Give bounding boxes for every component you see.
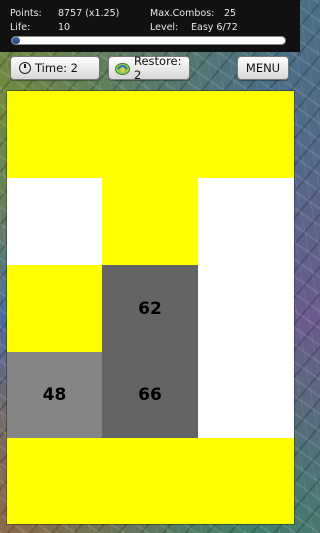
time-powerup-button[interactable]: Time: 2 (10, 56, 100, 80)
life-label: Life: (10, 22, 31, 33)
menu-button[interactable]: MENU (237, 56, 289, 80)
max-combos-value: 25 (224, 8, 237, 19)
level-label: Level: (150, 22, 179, 33)
clock-icon (19, 62, 31, 74)
points-value: 8757 (x1.25) (58, 8, 120, 19)
level-progress-bar (12, 37, 285, 44)
max-combos-label: Max.Combos: (150, 8, 215, 19)
life-value: 10 (58, 22, 71, 33)
tile-62[interactable]: 62 (102, 265, 198, 352)
stats-panel: Points: 8757 (x1.25) Life: 10 Max.Combos… (0, 0, 300, 52)
level-progress-fill (12, 37, 21, 44)
points-label: Points: (10, 8, 42, 19)
restore-powerup-button[interactable]: Restore: 2 (108, 54, 190, 82)
level-value: Easy 6/72 (191, 22, 238, 33)
time-button-label: Time: 2 (35, 61, 78, 75)
restore-icon (115, 62, 130, 75)
game-board: 62 48 66 (7, 91, 294, 524)
tile-white-2[interactable] (198, 178, 294, 438)
tile-white-1[interactable] (7, 178, 102, 265)
tile-48[interactable]: 48 (7, 352, 102, 438)
restore-button-label: Restore: 2 (134, 54, 182, 82)
tile-66[interactable]: 66 (102, 352, 198, 438)
